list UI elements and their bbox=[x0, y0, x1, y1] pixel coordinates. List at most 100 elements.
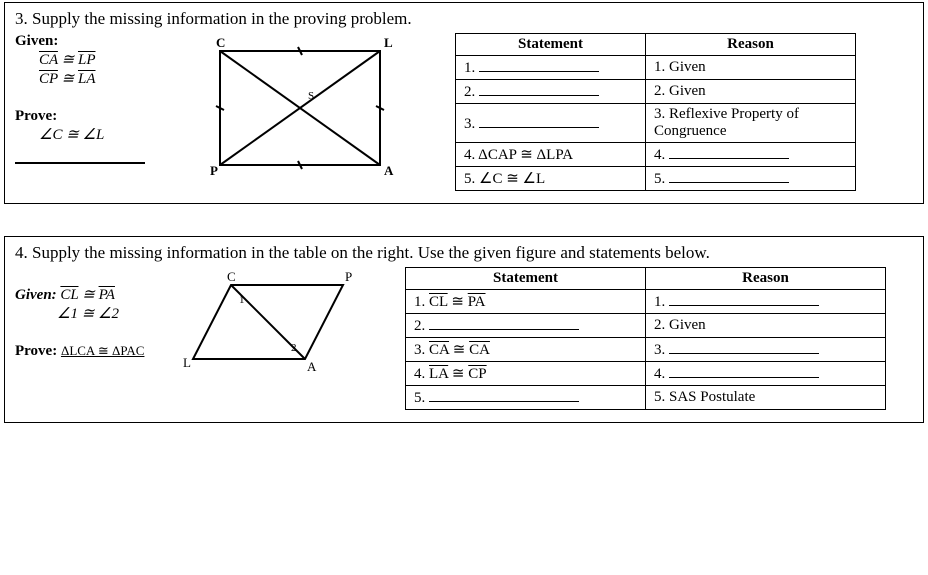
blank-r43[interactable] bbox=[669, 340, 819, 354]
given4-text: CL ≅ PA bbox=[60, 287, 115, 303]
s4: 4. ΔCAP ≅ ΔLPA bbox=[456, 143, 646, 167]
given-prove-block-4: Given: CL ≅ PA ∠1 ≅ ∠2 Prove: ΔLCA ≅ ΔPA… bbox=[15, 267, 155, 360]
v4-L: L bbox=[183, 355, 191, 370]
s43l: CA bbox=[429, 342, 449, 358]
vertex-C: C bbox=[216, 35, 225, 50]
r5: 5. bbox=[646, 167, 856, 191]
given-prove-block: Given: CA ≅ LP CP ≅ LA Prove: ∠C ≅ ∠L bbox=[15, 33, 145, 183]
given1-right: LP bbox=[78, 52, 96, 68]
prove-label-4: Prove: bbox=[15, 343, 57, 359]
blank-s42[interactable] bbox=[429, 316, 579, 330]
vertex-A: A bbox=[384, 163, 394, 178]
prove-text: ∠C ≅ ∠L bbox=[39, 125, 145, 144]
given2-right: LA bbox=[78, 71, 96, 87]
r3: 3. Reflexive Property of Congruence bbox=[646, 104, 856, 143]
proof-table-3-wrap: Statement Reason 1. 1. Given 2. 2. Given… bbox=[455, 33, 856, 191]
s42: 2. bbox=[406, 314, 646, 338]
given-line-4b: ∠1 ≅ ∠2 bbox=[57, 304, 155, 323]
angle-1: 1 bbox=[239, 294, 245, 306]
r45: 5. SAS Postulate bbox=[646, 386, 886, 410]
s44-pre: 4. bbox=[414, 366, 429, 382]
s41l: CL bbox=[429, 294, 448, 310]
problem-4-content: Given: CL ≅ PA ∠1 ≅ ∠2 Prove: ΔLCA ≅ ΔPA… bbox=[15, 267, 913, 410]
g41l: CL bbox=[60, 287, 78, 303]
blank-s3[interactable] bbox=[479, 114, 599, 128]
th4-reason: Reason bbox=[646, 268, 886, 290]
s5: 5. ∠C ≅ ∠L bbox=[456, 167, 646, 191]
proof-table-4-wrap: Statement Reason 1. CL ≅ PA 1. 2. 2. Giv… bbox=[405, 267, 886, 410]
given-line-2: CP ≅ LA bbox=[39, 69, 145, 88]
s3: 3. bbox=[456, 104, 646, 143]
problem-3-content: Given: CA ≅ LP CP ≅ LA Prove: ∠C ≅ ∠L bbox=[15, 33, 913, 191]
r43: 3. bbox=[646, 338, 886, 362]
s41: 1. CL ≅ PA bbox=[406, 290, 646, 314]
s3-pre: 3. bbox=[464, 116, 479, 132]
angle-2: 2 bbox=[291, 342, 297, 354]
r42: 2. Given bbox=[646, 314, 886, 338]
s44: 4. LA ≅ CP bbox=[406, 362, 646, 386]
s2-pre: 2. bbox=[464, 84, 479, 100]
given1-left: CA bbox=[39, 52, 58, 68]
r44-pre: 4. bbox=[654, 366, 669, 382]
given-label: Given: bbox=[15, 33, 145, 50]
square-diagonals-icon: C L P A S bbox=[200, 33, 400, 183]
s42-pre: 2. bbox=[414, 318, 429, 334]
r44: 4. bbox=[646, 362, 886, 386]
r41: 1. bbox=[646, 290, 886, 314]
th4-statement: Statement bbox=[406, 268, 646, 290]
given2-left: CP bbox=[39, 71, 58, 87]
r1: 1. Given bbox=[646, 56, 856, 80]
prove-text-4: ΔLCA ≅ ΔPAC bbox=[61, 343, 145, 358]
problem-4-box: 4. Supply the missing information in the… bbox=[4, 236, 924, 423]
problem-4-title: 4. Supply the missing information in the… bbox=[15, 243, 913, 263]
r4: 4. bbox=[646, 143, 856, 167]
g41r: PA bbox=[99, 287, 115, 303]
s41-pre: 1. bbox=[414, 294, 429, 310]
blank-s45[interactable] bbox=[429, 388, 579, 402]
vertex-L: L bbox=[384, 35, 393, 50]
s44l: LA bbox=[429, 366, 448, 382]
v4-C: C bbox=[227, 269, 236, 284]
r5-pre: 5. bbox=[654, 171, 669, 187]
s45-pre: 5. bbox=[414, 390, 429, 406]
parallelogram-icon: C P L A 1 2 bbox=[183, 267, 373, 377]
s43-pre: 3. bbox=[414, 342, 429, 358]
r41-pre: 1. bbox=[654, 294, 669, 310]
v4-A: A bbox=[307, 359, 317, 374]
vertex-P: P bbox=[210, 163, 218, 178]
blank-r41[interactable] bbox=[669, 292, 819, 306]
proof-table-4: Statement Reason 1. CL ≅ PA 1. 2. 2. Giv… bbox=[405, 267, 886, 410]
prove-line-4: Prove: ΔLCA ≅ ΔPAC bbox=[15, 343, 155, 360]
given-label-4: Given: bbox=[15, 287, 57, 303]
problem-3-box: 3. Supply the missing information in the… bbox=[4, 2, 924, 204]
th-reason: Reason bbox=[646, 34, 856, 56]
s45: 5. bbox=[406, 386, 646, 410]
center-S: S bbox=[308, 90, 314, 102]
problem-4-left: Given: CL ≅ PA ∠1 ≅ ∠2 Prove: ΔLCA ≅ ΔPA… bbox=[15, 267, 395, 377]
r4-pre: 4. bbox=[654, 147, 669, 163]
s43r: CA bbox=[469, 342, 490, 358]
blank-r5[interactable] bbox=[669, 169, 789, 183]
s2: 2. bbox=[456, 80, 646, 104]
s41r: PA bbox=[468, 294, 486, 310]
blank-r4[interactable] bbox=[669, 145, 789, 159]
given-line-4: Given: CL ≅ PA bbox=[15, 285, 155, 304]
figure-4: C P L A 1 2 bbox=[161, 267, 395, 377]
s44r: CP bbox=[468, 366, 486, 382]
blank-s2[interactable] bbox=[479, 82, 599, 96]
th-statement: Statement bbox=[456, 34, 646, 56]
r2: 2. Given bbox=[646, 80, 856, 104]
problem-3-title: 3. Supply the missing information in the… bbox=[15, 9, 913, 29]
v4-P: P bbox=[345, 269, 352, 284]
blank-r44[interactable] bbox=[669, 364, 819, 378]
s1-pre: 1. bbox=[464, 60, 479, 76]
figure-3: C L P A S bbox=[155, 33, 445, 183]
problem-3-left: Given: CA ≅ LP CP ≅ LA Prove: ∠C ≅ ∠L bbox=[15, 33, 445, 183]
s43: 3. CA ≅ CA bbox=[406, 338, 646, 362]
blank-s1[interactable] bbox=[479, 58, 599, 72]
s1: 1. bbox=[456, 56, 646, 80]
prove-label: Prove: bbox=[15, 108, 145, 125]
given-line-1: CA ≅ LP bbox=[39, 50, 145, 69]
r43-pre: 3. bbox=[654, 342, 669, 358]
proof-table-3: Statement Reason 1. 1. Given 2. 2. Given… bbox=[455, 33, 856, 191]
